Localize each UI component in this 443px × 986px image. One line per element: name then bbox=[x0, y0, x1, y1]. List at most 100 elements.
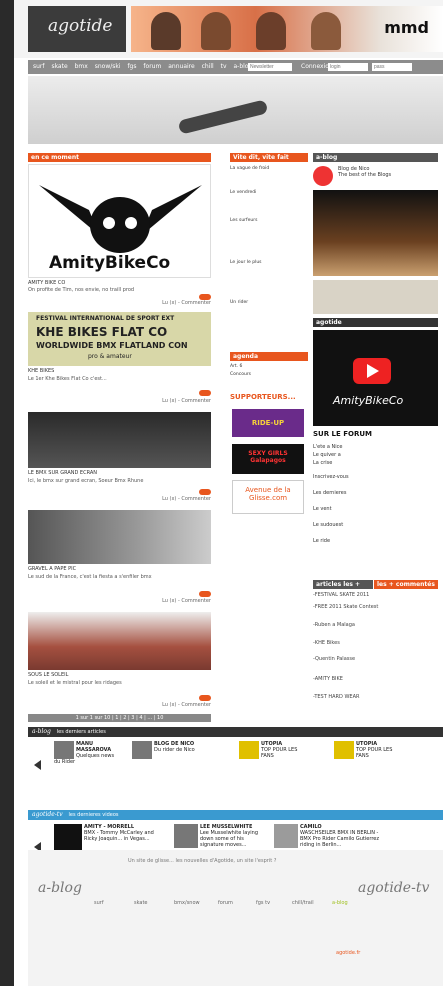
footer-col[interactable]: a-blog bbox=[332, 900, 348, 906]
footer-tv-logo[interactable]: agotide-tv bbox=[358, 880, 429, 896]
nav-item-skate[interactable]: skate bbox=[51, 63, 67, 70]
nav-item-surf[interactable]: surf bbox=[33, 63, 45, 70]
forum-line[interactable]: Le vent bbox=[313, 506, 438, 512]
article-line[interactable]: -Ruben a Malaga bbox=[313, 622, 438, 628]
tv-bar-sub: les dernieres videos bbox=[68, 812, 119, 818]
play-icon[interactable] bbox=[353, 358, 391, 384]
story-meta[interactable]: Lu (x) - Commenter bbox=[28, 300, 211, 306]
comment-badge[interactable] bbox=[199, 695, 211, 701]
agenda-item[interactable]: Concours bbox=[230, 372, 300, 378]
footer-col[interactable]: fgs tv bbox=[256, 900, 270, 906]
nav-item-annuaire[interactable]: annuaire bbox=[168, 63, 194, 70]
tv-carousel-item[interactable]: AMITY - MORRELL BMX - Tommy McCarley and … bbox=[54, 824, 164, 852]
vite-dit-item[interactable]: Le vendredi bbox=[230, 190, 300, 196]
comment-badge[interactable] bbox=[199, 390, 211, 396]
footer-col[interactable]: surf bbox=[94, 900, 104, 906]
footer-col[interactable]: skate bbox=[134, 900, 148, 906]
article-line[interactable]: -FREE 2011 Skate Contest bbox=[313, 604, 438, 610]
vite-dit-item[interactable]: Un rider bbox=[230, 300, 300, 306]
nav-item-fgs[interactable]: fgs bbox=[127, 63, 136, 70]
footer-copyright[interactable]: agotide.fr bbox=[336, 950, 360, 956]
forum-line[interactable]: L'ete a Nice bbox=[313, 444, 438, 450]
forum-line[interactable]: Le quiver a bbox=[313, 452, 438, 458]
carousel-prev-arrow[interactable] bbox=[34, 760, 41, 770]
footer-col[interactable]: bmx/snow bbox=[174, 900, 200, 906]
supporter-sexy-girls[interactable]: SEXY GIRLS Galapagos bbox=[232, 444, 304, 474]
khe-line1: FESTIVAL INTERNATIONAL DE SPORT EXT bbox=[36, 315, 175, 322]
tv-carousel-item[interactable]: CAMILO WASCHSEILER BMX IN BERLIN - BMX Pr… bbox=[274, 824, 379, 848]
nav-item-forum[interactable]: forum bbox=[143, 63, 161, 70]
vite-dit-item[interactable]: La vague de froid bbox=[230, 166, 300, 172]
login-input[interactable] bbox=[328, 63, 368, 71]
blog-image[interactable] bbox=[313, 190, 438, 276]
ablog-carousel-item[interactable]: BLOG DE NICO Du rider de Nico bbox=[132, 741, 196, 759]
story-title[interactable]: KHE BIKES bbox=[28, 368, 211, 374]
story-subtitle[interactable]: Ici, le bmx sur grand ecran, Soeur Bmx R… bbox=[28, 478, 211, 484]
blog-text[interactable]: Blog de Nico The best of the Blogs bbox=[338, 166, 438, 178]
header-banner[interactable]: mmd bbox=[131, 6, 443, 52]
story-title[interactable]: LE BMX SUR GRAND ECRAN bbox=[28, 470, 211, 476]
blog-avatar[interactable] bbox=[313, 166, 333, 186]
nav-item-bmx[interactable]: bmx bbox=[75, 63, 88, 70]
site-logo[interactable]: agotide bbox=[28, 6, 126, 52]
tv-carousel-item[interactable]: LEE MUSSELWHITE Lee Musselwhite laying do… bbox=[174, 824, 264, 848]
ablog-carousel-item[interactable]: UTOPIA TOP POUR LES FANS bbox=[334, 741, 398, 759]
story-meta[interactable]: Lu (x) - Commenter bbox=[28, 702, 211, 708]
article-line[interactable]: -KHE Bikes bbox=[313, 640, 438, 646]
comment-badge[interactable] bbox=[199, 591, 211, 597]
footer-col[interactable]: chill/trail bbox=[292, 900, 314, 906]
comment-badge[interactable] bbox=[199, 294, 211, 300]
story-image[interactable]: AmityBikeCo bbox=[28, 164, 211, 278]
footer-ablog-logo[interactable]: a-blog bbox=[38, 880, 82, 896]
footer-col[interactable]: forum bbox=[218, 900, 233, 906]
story-image[interactable] bbox=[28, 412, 211, 468]
blog-image[interactable] bbox=[313, 280, 438, 314]
item-title: MANU MASSAROVA bbox=[76, 741, 112, 753]
ablog-carousel-item[interactable]: MANU MASSAROVA Quelques news du Rider bbox=[54, 741, 118, 765]
forum-line[interactable]: Les dernieres bbox=[313, 490, 438, 496]
item-thumbnail bbox=[54, 741, 74, 759]
tv-player[interactable]: AmityBikeCo bbox=[313, 330, 438, 426]
article-line[interactable]: -AMITY BIKE bbox=[313, 676, 438, 682]
hero-image[interactable] bbox=[28, 76, 443, 144]
story-title[interactable]: GRAVEL A PAPE PIC bbox=[28, 566, 211, 572]
article-line[interactable]: -FESTIVAL SKATE 2011 bbox=[313, 592, 438, 598]
article-line[interactable]: -TEST HARD WEAR bbox=[313, 694, 438, 700]
articles-commentes-tab[interactable]: les + commentés bbox=[374, 580, 438, 589]
site-header: agotide mmd bbox=[14, 0, 443, 58]
forum-line[interactable]: La crise bbox=[313, 460, 438, 466]
story-title[interactable]: AMITY BIKE CO bbox=[28, 280, 211, 286]
nav-item-tv[interactable]: tv bbox=[221, 63, 227, 70]
agenda-item[interactable]: Art. 6 bbox=[230, 364, 300, 370]
password-input[interactable] bbox=[372, 63, 412, 71]
supporter-ride-up[interactable]: RIDE-UP bbox=[232, 409, 304, 437]
story-title[interactable]: SOUS LE SOLEIL bbox=[28, 672, 211, 678]
vite-dit-item[interactable]: Les surfeurs bbox=[230, 218, 300, 224]
newsletter-input[interactable] bbox=[248, 63, 292, 71]
story-meta[interactable]: Lu (x) - Commenter bbox=[28, 598, 211, 604]
supporter-avenue-glisse[interactable]: Avenue de la Glisse.com bbox=[232, 480, 304, 514]
articles-vus-tab[interactable]: articles les + vus bbox=[313, 580, 373, 597]
nav-item-chill[interactable]: chill bbox=[202, 63, 214, 70]
story-meta[interactable]: Lu (x) - Commenter bbox=[28, 398, 211, 404]
story-subtitle[interactable]: Le soleil et le mistral pour les ridages bbox=[28, 680, 211, 686]
story-subtitle[interactable]: Le sud de la France, c'est la fiesta a s… bbox=[28, 574, 211, 580]
vite-dit-item[interactable]: Le jour le plus bbox=[230, 260, 300, 266]
a-blog-header: a-blog bbox=[313, 153, 438, 162]
ablog-carousel-item[interactable]: UTOPIA TOP POUR LES FANS bbox=[239, 741, 303, 759]
story-image[interactable]: FESTIVAL INTERNATIONAL DE SPORT EXT KHE … bbox=[28, 312, 211, 366]
forum-line[interactable]: Le ride bbox=[313, 538, 438, 544]
story-image[interactable] bbox=[28, 612, 211, 670]
story-meta[interactable]: Lu (x) - Commenter bbox=[28, 496, 211, 502]
pagination[interactable]: 1 sur 1 sur 10 | 1 | 2 | 3 | 4 | ... | 1… bbox=[28, 714, 211, 722]
item-thumbnail bbox=[239, 741, 259, 759]
story-image[interactable] bbox=[28, 510, 211, 564]
forum-line[interactable]: Le sudouest bbox=[313, 522, 438, 528]
forum-line[interactable]: Inscrivez-vous bbox=[313, 474, 438, 480]
story-subtitle[interactable]: Le 1er Khe Bikes Flat Co c'est... bbox=[28, 376, 211, 382]
comment-badge[interactable] bbox=[199, 489, 211, 495]
story-subtitle[interactable]: On profite de Tim, nos envie, no traill … bbox=[28, 287, 211, 293]
skateboard-graphic bbox=[177, 99, 269, 135]
nav-item-snow[interactable]: snow/ski bbox=[95, 63, 121, 70]
article-line[interactable]: -Quentin Palasse bbox=[313, 656, 438, 662]
